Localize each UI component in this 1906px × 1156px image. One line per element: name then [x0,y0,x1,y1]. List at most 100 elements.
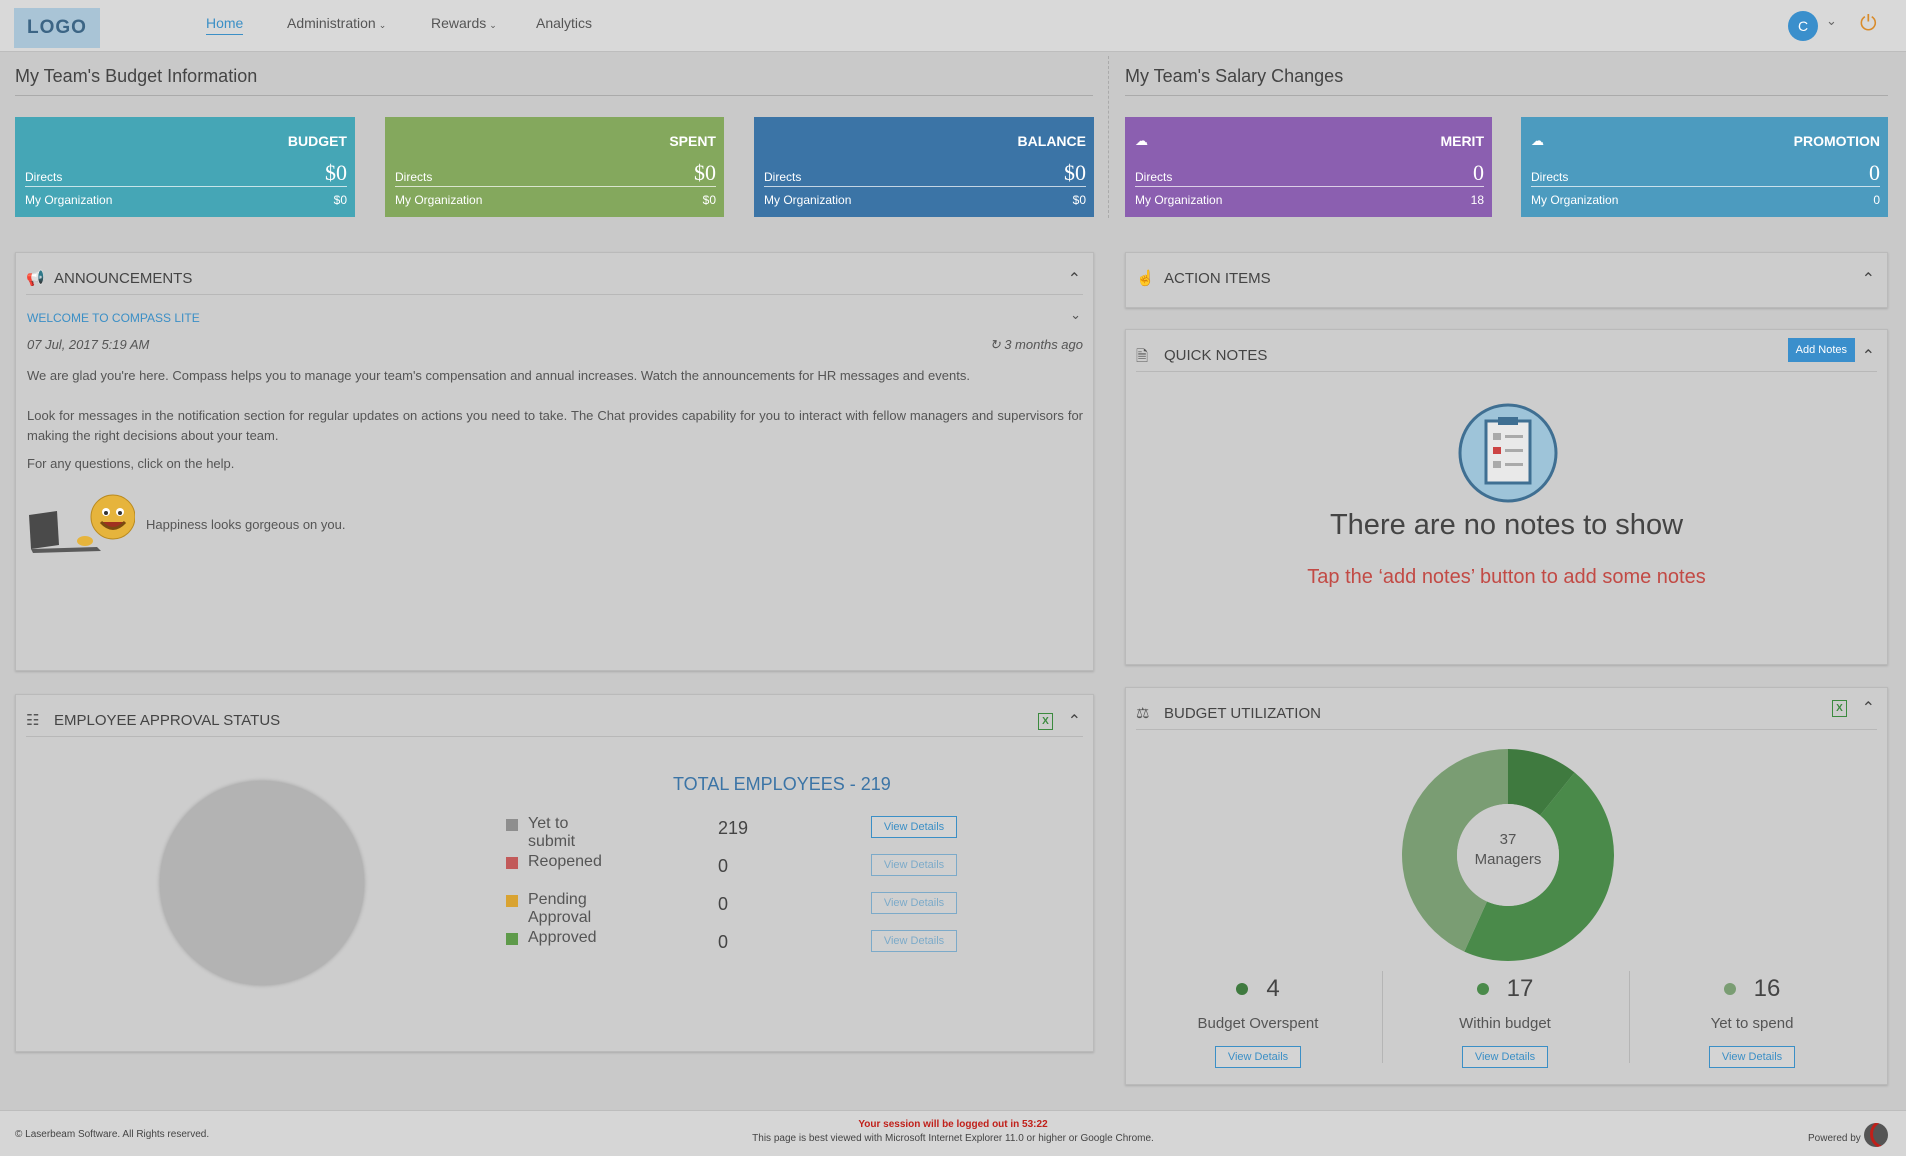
nav-rewards[interactable]: Rewards ⌄ [431,15,497,31]
megaphone-icon: 📢 [26,270,45,287]
status-label: Approved [528,929,597,946]
directs-label: Directs [1135,170,1173,184]
excel-export-icon[interactable]: X [1832,700,1847,717]
panel-title: BUDGET UTILIZATION [1164,705,1321,722]
status-label: Pending Approval [528,891,592,926]
stat-label: Yet to spend [1710,1015,1794,1032]
card-directs-row: Directs 0 [1531,160,1880,187]
stat-value: 17 [1506,975,1534,1002]
panel-header: 📢 ANNOUNCEMENTS ⌃ [26,261,1083,295]
announcement-title-link[interactable]: WELCOME TO COMPASS LITE [27,311,200,325]
view-details-button[interactable]: View Details [871,892,957,914]
card-title: PROMOTION [1793,133,1880,149]
org-label: My Organization [25,193,113,207]
collapse-chevron-icon[interactable]: ⌃ [1862,269,1875,289]
section-divider [1108,56,1109,218]
org-label: My Organization [764,193,852,207]
collapse-chevron-icon[interactable]: ⌃ [1068,269,1081,289]
status-count: 0 [718,856,729,876]
card-title: SPENT [669,133,716,149]
budget-section-title: My Team's Budget Information [15,66,1093,96]
merit-card: ☁ MERIT Directs 0 My Organization 18 [1125,117,1492,217]
org-label: My Organization [395,193,483,207]
legend-swatch [506,895,518,907]
card-title: BALANCE [1017,133,1086,149]
user-avatar[interactable]: C [1788,11,1818,41]
directs-label: Directs [25,170,63,184]
logo[interactable]: LOGO [14,8,100,48]
donut-center-caption: Managers [1474,851,1542,868]
stat-label: Budget Overspent [1197,1015,1319,1032]
power-logout-icon[interactable]: ⏻ [1860,12,1877,36]
stat-divider [1629,971,1630,1063]
card-title: BUDGET [287,133,347,149]
nav-analytics[interactable]: Analytics [536,15,592,31]
stat-value: 16 [1753,975,1781,1002]
view-details-button[interactable]: View Details [1462,1046,1548,1068]
laptop-smiley-image [27,493,136,553]
announcements-panel: 📢 ANNOUNCEMENTS ⌃ WELCOME TO COMPASS LIT… [15,252,1094,671]
collapse-chevron-icon[interactable]: ⌃ [1862,346,1875,366]
stat-budget-overspent: 4 Budget Overspent View Details [1138,975,1378,1068]
total-employees: TOTAL EMPLOYEES - 219 [673,774,891,794]
directs-label: Directs [764,170,802,184]
action-items-panel: ☝ ACTION ITEMS ⌃ [1125,252,1888,308]
approval-status-pie [160,781,364,985]
collapse-chevron-icon[interactable]: ⌃ [1068,711,1081,731]
announcement-paragraph-2: Look for messages in the notification se… [27,408,1083,443]
laserbeam-logo[interactable] [1864,1123,1888,1147]
promotion-card: ☁ PROMOTION Directs 0 My Organization 0 [1521,117,1888,217]
legend-swatch [506,933,518,945]
donut-center-label: 37 Managers [1458,830,1558,870]
cloud-icon: ☁ [1531,133,1544,148]
directs-label: Directs [1531,170,1569,184]
expand-chevron-icon[interactable]: ⌄ [1070,307,1081,323]
card-directs-row: Directs $0 [25,160,347,187]
directs-value: $0 [694,160,716,185]
time-ago-text: 3 months ago [1004,337,1083,352]
empty-notes-title: There are no notes to show [1329,509,1684,541]
card-directs-row: Directs $0 [395,160,716,187]
cloud-icon: ☁ [1135,133,1148,148]
panel-header: ☝ ACTION ITEMS ⌃ [1136,261,1877,295]
stat-label: Within budget [1459,1015,1551,1032]
card-org-row: My Organization $0 [764,191,1086,209]
org-value: 18 [1470,193,1484,207]
collapse-chevron-icon[interactable]: ⌃ [1862,698,1875,718]
announcement-paragraph-1: We are glad you're here. Compass helps y… [27,368,970,383]
notes-icon: 🗎 [1136,348,1149,365]
history-icon: ↻ [989,337,1001,352]
org-value: 0 [1873,193,1880,207]
announcement-date: 07 Jul, 2017 5:19 AM [27,337,150,352]
empty-notes-hint: Tap the ‘add notes’ button to add some n… [1307,566,1706,588]
card-org-row: My Organization 0 [1531,191,1880,209]
spent-card: SPENT Directs $0 My Organization $0 [385,117,724,217]
card-org-row: My Organization $0 [395,191,716,209]
panel-title: QUICK NOTES [1164,347,1268,364]
quick-notes-panel: 🗎 QUICK NOTES Add Notes ⌃ There are no n… [1125,329,1888,665]
user-menu-chevron-icon[interactable]: ⌄ [1826,13,1837,29]
status-count: 0 [718,932,729,952]
nav-administration[interactable]: Administration ⌄ [287,15,386,31]
view-details-button[interactable]: View Details [871,854,957,876]
add-notes-button[interactable]: Add Notes [1787,338,1855,362]
grid-icon: ☷ [26,712,40,729]
org-value: $0 [333,193,347,207]
card-directs-row: Directs 0 [1135,160,1484,187]
card-directs-row: Directs $0 [764,160,1086,187]
card-title: MERIT [1440,133,1484,149]
stat-divider [1382,971,1383,1063]
balance-card: BALANCE Directs $0 My Organization $0 [754,117,1094,217]
view-details-button[interactable]: View Details [1215,1046,1301,1068]
status-count: 219 [718,818,749,838]
view-details-button[interactable]: View Details [1709,1046,1795,1068]
view-details-button[interactable]: View Details [871,930,957,952]
happiness-text: Happiness looks gorgeous on you. [146,517,346,532]
nav-home[interactable]: Home [206,15,244,35]
top-navbar: LOGO Home Administration ⌄ Rewards ⌄ Analy… [0,0,1906,52]
directs-label: Directs [395,170,433,184]
view-details-button[interactable]: View Details [871,816,957,838]
stat-within-budget: 17 Within budget View Details [1385,975,1625,1068]
excel-export-icon[interactable]: X [1038,713,1053,730]
panel-title: EMPLOYEE APPROVAL STATUS [54,712,281,729]
